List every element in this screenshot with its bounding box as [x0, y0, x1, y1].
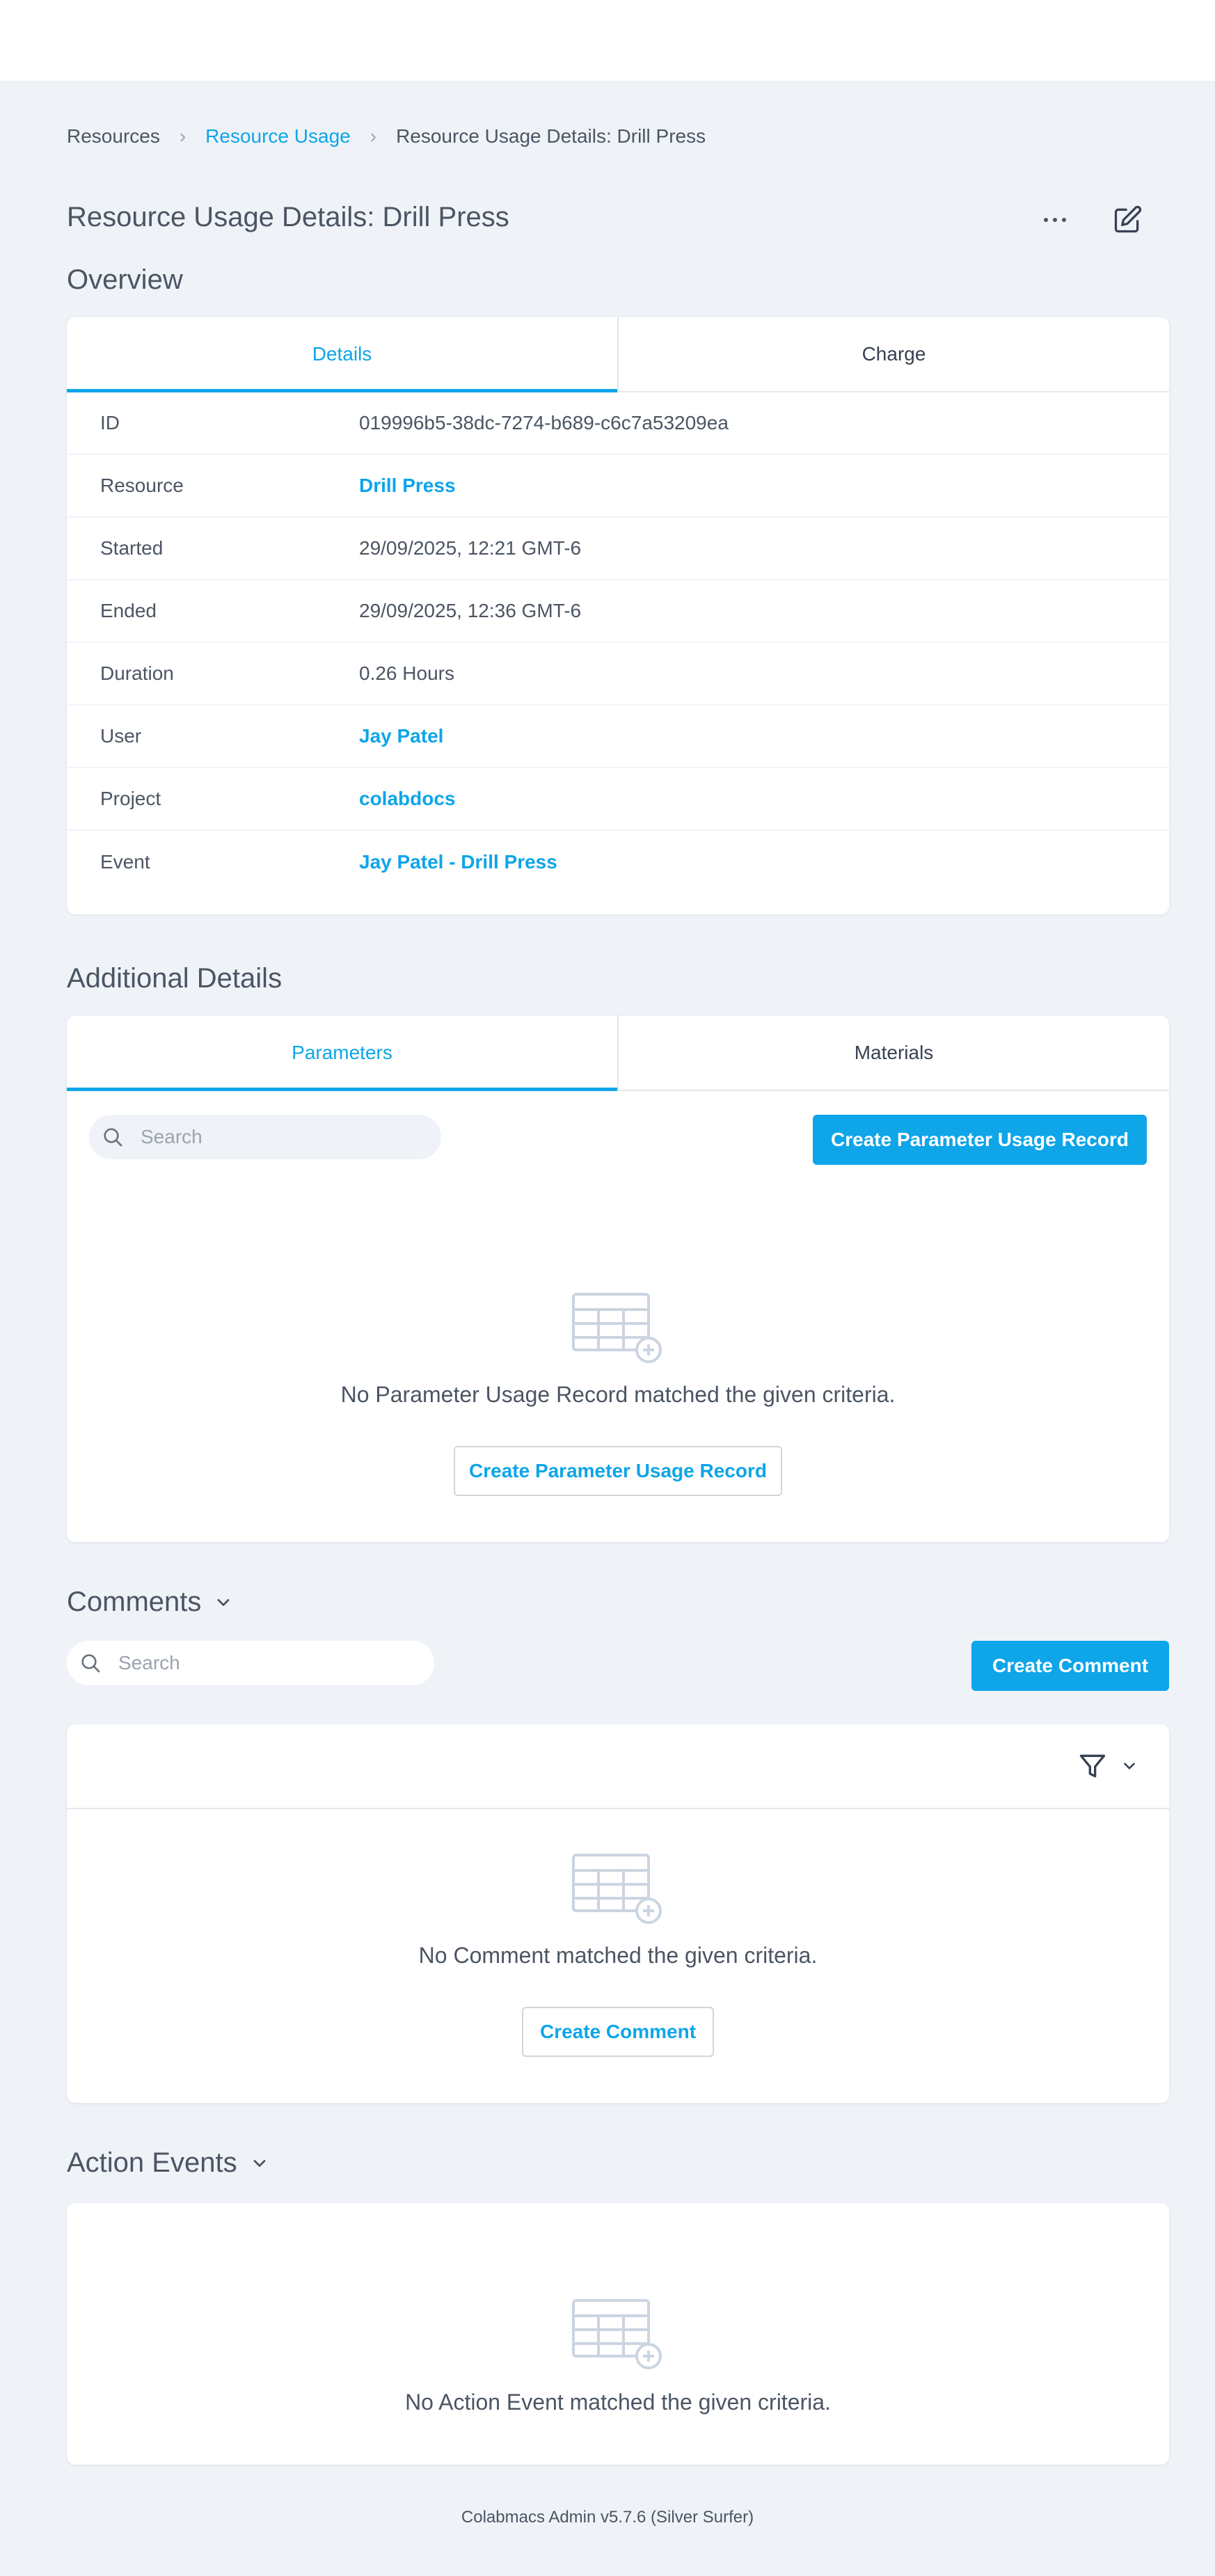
page-title: Resource Usage Details: Drill Press: [67, 202, 509, 232]
breadcrumb-item-resource-usage[interactable]: Resource Usage: [205, 125, 351, 148]
detail-row-started: Started 29/09/2025, 12:21 GMT-6: [67, 518, 1169, 580]
comments-search[interactable]: Search: [67, 1641, 434, 1685]
detail-row-user: User Jay Patel: [67, 706, 1169, 768]
filter-button[interactable]: [1077, 1751, 1138, 1781]
table-add-icon: [572, 1293, 662, 1363]
overview-card: Details Charge ID 019996b5-38dc-7274-b68…: [67, 317, 1169, 914]
breadcrumb: Resources › Resource Usage › Resource Us…: [67, 122, 706, 150]
additional-details-card: Parameters Materials Search Create Param…: [67, 1016, 1169, 1542]
user-link[interactable]: Jay Patel: [359, 725, 443, 747]
detail-row-event: Event Jay Patel - Drill Press: [67, 831, 1169, 893]
tab-parameters[interactable]: Parameters: [67, 1016, 617, 1091]
search-placeholder: Search: [118, 1652, 180, 1673]
detail-label: ID: [100, 412, 120, 434]
empty-create-parameter-usage-record-button[interactable]: Create Parameter Usage Record: [454, 1446, 782, 1496]
detail-row-duration: Duration 0.26 Hours: [67, 643, 1169, 706]
action-events-section-title[interactable]: Action Events: [67, 2147, 269, 2179]
parameters-search[interactable]: Search: [89, 1115, 441, 1159]
detail-row-ended: Ended 29/09/2025, 12:36 GMT-6: [67, 580, 1169, 643]
details-list: ID 019996b5-38dc-7274-b689-c6c7a53209ea …: [67, 392, 1169, 893]
detail-label: Duration: [100, 662, 174, 684]
detail-label: Event: [100, 851, 150, 873]
detail-row-project: Project colabdocs: [67, 768, 1169, 831]
search-icon: [104, 1128, 122, 1147]
more-options-button[interactable]: [1034, 199, 1076, 241]
overview-title-text: Overview: [67, 264, 183, 295]
breadcrumb-item-resources[interactable]: Resources: [67, 125, 160, 148]
event-link[interactable]: Jay Patel - Drill Press: [359, 851, 557, 873]
chevron-right-icon: ›: [370, 125, 377, 147]
additional-details-title-text: Additional Details: [67, 963, 283, 994]
detail-label: Resource: [100, 475, 184, 496]
detail-row-resource: Resource Drill Press: [67, 455, 1169, 518]
create-parameter-usage-record-button[interactable]: Create Parameter Usage Record: [813, 1115, 1147, 1165]
title-actions: [1034, 199, 1148, 241]
action-events-empty-message: No Action Event matched the given criter…: [405, 2390, 831, 2415]
detail-label: Started: [100, 537, 164, 559]
search-icon: [81, 1654, 100, 1673]
create-comment-button[interactable]: Create Comment: [971, 1641, 1169, 1691]
additional-details-section-title: Additional Details: [67, 963, 282, 994]
empty-create-comment-button[interactable]: Create Comment: [522, 2007, 714, 2057]
search-placeholder: Search: [141, 1126, 202, 1147]
tab-materials[interactable]: Materials: [617, 1016, 1169, 1090]
comments-section-title[interactable]: Comments: [67, 1587, 233, 1618]
detail-value: 019996b5-38dc-7274-b689-c6c7a53209ea: [359, 412, 729, 434]
parameters-empty-message: No Parameter Usage Record matched the gi…: [340, 1382, 896, 1407]
top-bar: [0, 0, 1215, 81]
detail-label: Ended: [100, 600, 157, 621]
table-add-icon: [572, 2299, 662, 2369]
edit-icon: [1114, 205, 1142, 233]
tab-charge[interactable]: Charge: [617, 317, 1169, 391]
detail-label: User: [100, 725, 142, 747]
detail-row-id: ID 019996b5-38dc-7274-b689-c6c7a53209ea: [67, 392, 1169, 455]
comments-card: No Comment matched the given criteria. C…: [67, 1724, 1169, 2103]
resource-link[interactable]: Drill Press: [359, 475, 456, 497]
comments-toolbar: [67, 1724, 1169, 1809]
additional-tabs: Parameters Materials: [67, 1016, 1169, 1091]
footer-version: Colabmacs Admin v5.7.6 (Silver Surfer): [461, 2508, 754, 2527]
detail-label: Project: [100, 788, 161, 809]
detail-value: 29/09/2025, 12:36 GMT-6: [359, 600, 582, 621]
overview-section-title: Overview: [67, 264, 183, 296]
detail-value: 0.26 Hours: [359, 662, 454, 684]
project-link[interactable]: colabdocs: [359, 788, 455, 810]
action-events-card: No Action Event matched the given criter…: [67, 2203, 1169, 2465]
overview-tabs: Details Charge: [67, 317, 1169, 392]
filter-icon: [1079, 1754, 1106, 1778]
action-events-title-text: Action Events: [67, 2147, 237, 2178]
edit-button[interactable]: [1106, 199, 1148, 241]
breadcrumb-item-current: Resource Usage Details: Drill Press: [396, 125, 706, 147]
chevron-down-icon: [1124, 1763, 1135, 1770]
tab-details[interactable]: Details: [67, 317, 617, 392]
comments-title-text: Comments: [67, 1587, 202, 1617]
chevron-down-icon[interactable]: [250, 2154, 269, 2173]
more-horizontal-icon: [1044, 218, 1066, 222]
detail-value: 29/09/2025, 12:21 GMT-6: [359, 537, 582, 559]
table-add-icon: [572, 1854, 662, 1924]
chevron-right-icon: ›: [179, 125, 186, 147]
comments-empty-message: No Comment matched the given criteria.: [418, 1943, 818, 1968]
chevron-down-icon[interactable]: [214, 1593, 233, 1612]
